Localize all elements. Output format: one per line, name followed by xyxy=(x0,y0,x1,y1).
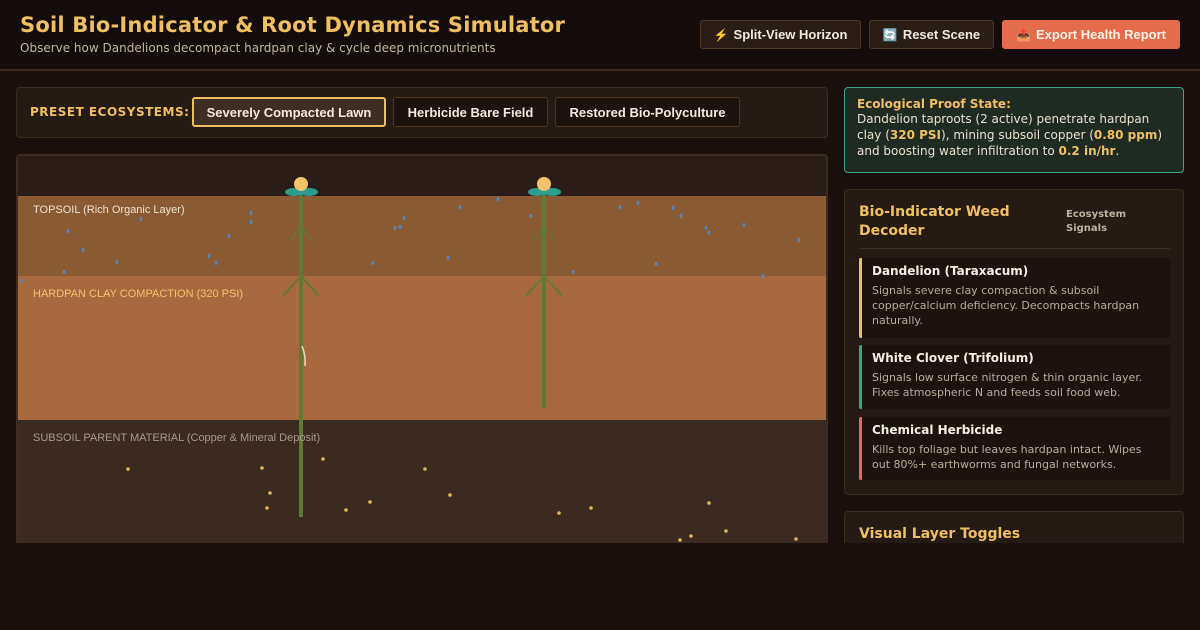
ecological-proof-panel: Ecological Proof State: Dandelion taproo… xyxy=(844,87,1184,173)
water-drop xyxy=(393,225,397,231)
preset-herbicide-bare-field[interactable]: Herbicide Bare Field xyxy=(393,97,548,127)
split-view-label: Split-View Horizon xyxy=(733,27,848,42)
water-drop xyxy=(618,204,622,210)
mineral-speck xyxy=(265,506,269,510)
mineral-speck xyxy=(589,506,593,510)
mineral-speck xyxy=(368,500,372,504)
refresh-icon: 🔄 xyxy=(882,27,898,42)
water-drop xyxy=(402,215,406,221)
ecosystem-signals-label: Ecosystem Signals xyxy=(1066,209,1127,234)
preset-severely-compacted-lawn[interactable]: Severely Compacted Lawn xyxy=(192,97,386,127)
water-drop xyxy=(214,260,218,266)
water-drop xyxy=(207,253,211,259)
water-drop xyxy=(62,269,66,275)
mineral-speck xyxy=(448,493,452,497)
mineral-speck xyxy=(260,466,264,470)
page-title: Soil Bio-Indicator & Root Dynamics Simul… xyxy=(20,13,566,37)
mineral-speck xyxy=(707,501,711,505)
sky-area xyxy=(18,156,826,196)
proof-title: Ecological Proof State: xyxy=(857,97,1011,111)
water-drop xyxy=(20,278,24,284)
mineral-speck xyxy=(268,491,272,495)
mineral-speck xyxy=(724,529,728,533)
hardpan-label: HARDPAN CLAY COMPACTION (320 PSI) xyxy=(33,288,243,300)
water-drop xyxy=(704,225,708,231)
app-header: Soil Bio-Indicator & Root Dynamics Simul… xyxy=(0,0,1200,71)
water-drop xyxy=(371,260,375,266)
card-title: Chemical Herbicide xyxy=(872,423,1003,437)
water-drop xyxy=(496,196,500,202)
decoder-title: Bio-Indicator Weed Decoder xyxy=(859,204,1010,239)
card-description: Kills top foliage but leaves hardpan int… xyxy=(872,443,1142,471)
preset-ecosystems-label: PRESET ECOSYSTEMS: xyxy=(30,105,190,119)
decoder-card-dandelion[interactable]: Dandelion (Taraxacum) Signals severe cla… xyxy=(859,258,1170,338)
lightning-icon: ⚡ xyxy=(713,27,729,42)
card-title: Dandelion (Taraxacum) xyxy=(872,264,1029,278)
water-drop xyxy=(458,204,462,210)
proof-text: Dandelion taproots (2 active) penetrate … xyxy=(857,112,1163,158)
decoder-card-chemical-herbicide[interactable]: Chemical Herbicide Kills top foliage but… xyxy=(859,417,1170,480)
divider xyxy=(859,248,1170,249)
toggles-title: Visual Layer Toggles xyxy=(859,526,1021,542)
water-drop xyxy=(529,213,533,219)
page-subtitle: Observe how Dandelions decompact hardpan… xyxy=(20,41,496,55)
topsoil-label: TOPSOIL (Rich Organic Layer) xyxy=(33,204,185,216)
split-view-button[interactable]: ⚡ Split-View Horizon xyxy=(700,20,861,49)
subsoil-label: SUBSOIL PARENT MATERIAL (Copper & Minera… xyxy=(33,432,320,444)
water-drop xyxy=(81,247,85,253)
soil-scene-canvas[interactable]: TOPSOIL (Rich Organic Layer) HARDPAN CLA… xyxy=(16,154,828,543)
export-icon: 📤 xyxy=(1016,27,1031,42)
export-report-label: Export Health Report xyxy=(1035,27,1166,42)
card-title: White Clover (Trifolium) xyxy=(872,351,1034,365)
mineral-speck xyxy=(126,467,130,471)
water-drop xyxy=(249,219,253,225)
water-drop xyxy=(139,216,143,222)
decoder-card-white-clover[interactable]: White Clover (Trifolium) Signals low sur… xyxy=(859,345,1170,409)
water-drop xyxy=(671,205,675,211)
mineral-speck xyxy=(321,457,325,461)
water-drop xyxy=(398,224,402,230)
card-description: Signals severe clay compaction & subsoil… xyxy=(872,284,1140,327)
water-drop xyxy=(115,259,119,265)
water-drop xyxy=(227,233,231,239)
infiltration-value: 0.2 in/hr xyxy=(1058,144,1116,158)
water-drop xyxy=(446,255,450,261)
weed-decoder-panel: Bio-Indicator Weed Decoder Ecosystem Sig… xyxy=(844,189,1184,495)
mineral-speck xyxy=(344,508,348,512)
card-description: Signals low surface nitrogen & thin orga… xyxy=(872,371,1143,399)
export-report-button[interactable]: 📤 Export Health Report xyxy=(1002,20,1180,49)
water-drop xyxy=(636,200,640,206)
reset-scene-button[interactable]: 🔄 Reset Scene xyxy=(869,20,994,49)
water-drop xyxy=(797,237,801,243)
preset-restored-bio-polyculture[interactable]: Restored Bio-Polyculture xyxy=(555,97,740,127)
psi-value: 320 PSI xyxy=(889,128,942,142)
page-bottom-fill xyxy=(0,543,1200,630)
water-drop xyxy=(66,228,70,234)
water-drop xyxy=(571,269,575,275)
mineral-speck xyxy=(423,467,427,471)
mineral-speck xyxy=(689,534,693,538)
mineral-speck xyxy=(678,538,682,542)
water-drop xyxy=(249,210,253,216)
soil-scene-svg: TOPSOIL (Rich Organic Layer) HARDPAN CLA… xyxy=(18,156,826,543)
water-drop xyxy=(761,273,765,279)
preset-ecosystems-bar: PRESET ECOSYSTEMS: Severely Compacted La… xyxy=(16,87,828,138)
water-drop xyxy=(654,261,658,267)
water-drop xyxy=(707,230,711,236)
water-drop xyxy=(742,222,746,228)
copper-value: 0.80 ppm xyxy=(1093,128,1158,142)
reset-scene-label: Reset Scene xyxy=(902,27,981,42)
water-drop xyxy=(679,213,683,219)
mineral-speck xyxy=(794,537,798,541)
mineral-speck xyxy=(557,511,561,515)
